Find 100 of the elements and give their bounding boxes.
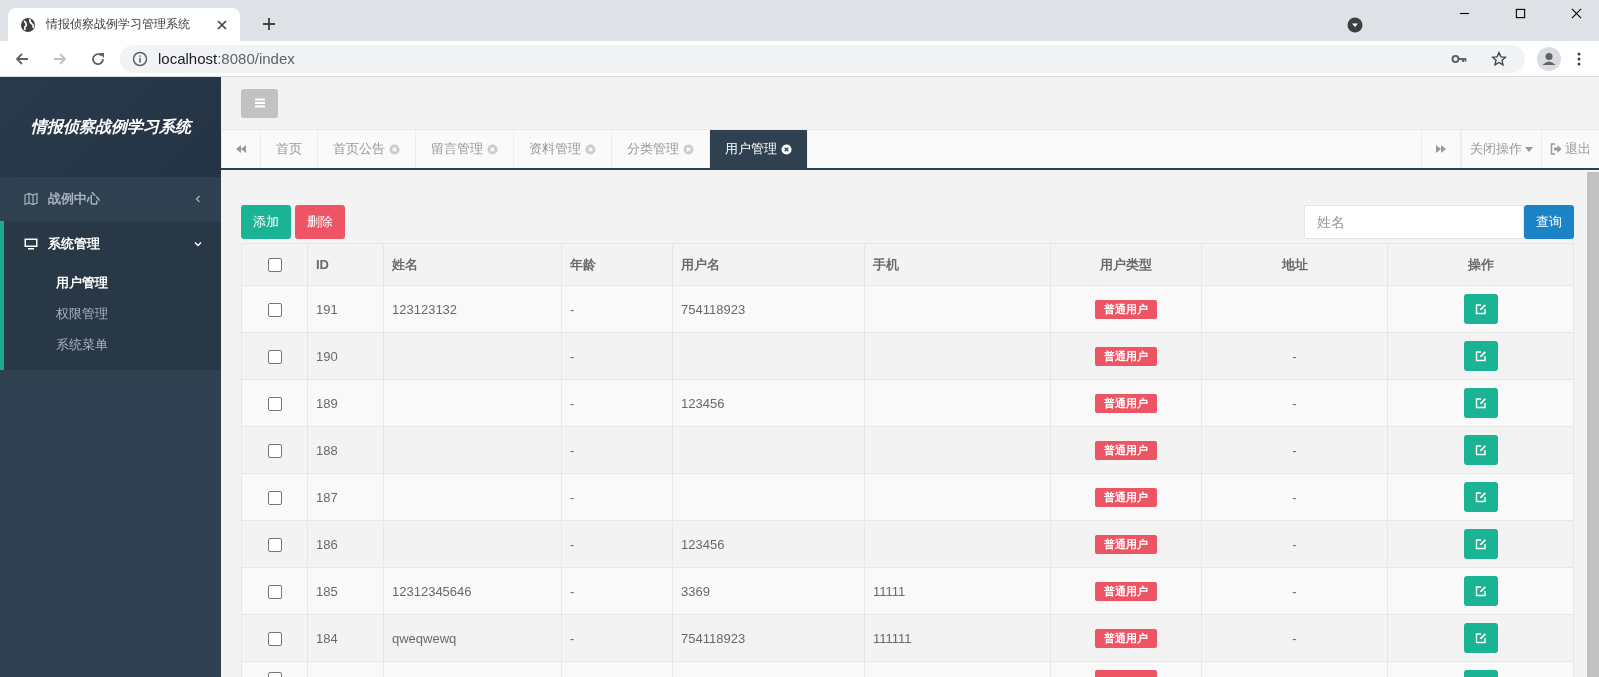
user-type-badge: 普通用户 <box>1095 534 1157 554</box>
checkbox[interactable] <box>267 443 282 458</box>
column-header: 地址 <box>1281 256 1308 272</box>
page-tab[interactable]: 用户管理 <box>710 130 808 168</box>
edit-button[interactable] <box>1463 341 1498 371</box>
column-header: 年龄 <box>570 256 596 272</box>
edit-button[interactable] <box>1463 576 1498 606</box>
page-tab[interactable]: 留言管理 <box>416 130 514 168</box>
table-cell: 123123132 <box>392 301 458 317</box>
table-cell: - <box>570 536 575 552</box>
table-cell: - <box>1292 348 1297 364</box>
chevron-left-icon <box>193 194 203 204</box>
user-type-badge: 普通用户 <box>1095 628 1157 648</box>
close-icon[interactable] <box>216 18 228 31</box>
checkbox[interactable] <box>267 490 282 505</box>
maximize-icon[interactable] <box>1515 8 1526 19</box>
menu-item[interactable]: 系统管理 <box>4 221 221 267</box>
table-cell: 3369 <box>681 583 710 599</box>
tab-search-icon[interactable] <box>1347 16 1363 33</box>
submenu-item[interactable]: 用户管理 <box>4 267 221 298</box>
app-title: 情报侦察战例学习系统 <box>30 116 191 137</box>
add-button[interactable]: 添加 <box>241 205 291 239</box>
page-tab[interactable]: 首页 <box>261 130 318 168</box>
submenu-item[interactable]: 权限管理 <box>4 298 221 329</box>
edit-button[interactable] <box>1463 435 1498 465</box>
checkbox[interactable] <box>267 584 282 599</box>
checkbox[interactable] <box>267 396 282 411</box>
scrollbar[interactable] <box>1587 172 1599 677</box>
delete-button[interactable]: 删除 <box>295 205 345 239</box>
close-icon[interactable] <box>781 143 792 155</box>
checkbox[interactable] <box>267 631 282 646</box>
close-operations-dropdown[interactable]: 关闭操作 <box>1461 130 1541 168</box>
table-cell: 191 <box>316 301 338 317</box>
user-type-badge: 普通用户 <box>1095 581 1157 601</box>
table-cell: 111111 <box>873 630 912 646</box>
page-tab[interactable]: 首页公告 <box>318 130 416 168</box>
table-cell: 754118923 <box>681 301 746 317</box>
search-field[interactable]: 姓名 <box>1304 205 1524 239</box>
menu-icon <box>253 97 266 109</box>
browser-tab[interactable]: 情报侦察战例学习管理系统 <box>8 8 240 41</box>
search-button[interactable]: 查询 <box>1524 205 1574 239</box>
table-cell: 184 <box>316 630 338 646</box>
edit-button[interactable] <box>1463 482 1498 512</box>
table-cell: - <box>1292 536 1297 552</box>
table-cell: qweqwewq <box>392 630 457 646</box>
menu-toggle-button[interactable] <box>241 88 278 118</box>
column-header: 操作 <box>1467 256 1494 272</box>
column-header: 用户名 <box>681 256 720 272</box>
table-cell: 754118923 <box>681 630 746 646</box>
scroll-right-button[interactable] <box>1421 130 1461 168</box>
page-tab[interactable]: 资料管理 <box>514 130 612 168</box>
column-header: 姓名 <box>392 256 418 272</box>
table-cell: 188 <box>316 442 338 458</box>
table-cell: 12312345646 <box>392 583 472 599</box>
close-icon[interactable] <box>1571 8 1582 19</box>
edit-button[interactable] <box>1463 529 1498 559</box>
double-left-icon <box>235 143 247 155</box>
column-header: 手机 <box>873 256 899 272</box>
menu-item[interactable]: 战例中心 <box>4 177 221 221</box>
address-bar[interactable]: localhost:8080/index <box>120 44 1525 73</box>
table-cell: 123456 <box>681 536 725 552</box>
back-icon[interactable] <box>14 50 30 67</box>
table-cell: 185 <box>316 583 338 599</box>
user-type-badge: 普通用户 <box>1095 487 1157 507</box>
table-cell: - <box>1292 395 1297 411</box>
table-cell: - <box>1292 630 1297 646</box>
edit-icon <box>1474 350 1487 362</box>
checkbox[interactable] <box>267 537 282 552</box>
scroll-left-button[interactable] <box>221 130 261 168</box>
reload-icon[interactable] <box>90 50 106 67</box>
profile-icon[interactable] <box>1537 46 1561 71</box>
edit-icon <box>1474 444 1487 456</box>
checkbox[interactable] <box>267 349 282 364</box>
checkbox[interactable] <box>267 302 282 317</box>
table-cell: 123456 <box>681 395 725 411</box>
edit-icon <box>1474 491 1487 503</box>
table-cell: 189 <box>316 395 338 411</box>
caret-icon <box>1525 146 1533 152</box>
browser-tab-title: 情报侦察战例学习管理系统 <box>46 16 191 33</box>
table-cell: 190 <box>316 348 338 364</box>
table-cell: - <box>570 395 575 411</box>
table-cell: - <box>570 489 575 505</box>
edit-icon <box>1474 632 1487 644</box>
new-tab-icon[interactable] <box>262 17 276 31</box>
monitor-icon <box>24 237 38 251</box>
table-cell: - <box>1292 489 1297 505</box>
checkbox[interactable] <box>267 258 282 273</box>
table-cell: - <box>570 442 575 458</box>
logout-button[interactable]: 退出 <box>1541 130 1599 168</box>
user-type-badge: 普通用户 <box>1095 346 1157 366</box>
table-cell: - <box>570 583 575 599</box>
url-text: localhost:8080/index <box>158 50 295 67</box>
user-type-badge: 普通用户 <box>1095 393 1157 413</box>
edit-button[interactable] <box>1463 294 1498 324</box>
star-icon[interactable] <box>1491 50 1507 67</box>
submenu-item[interactable]: 系统菜单 <box>4 329 221 360</box>
globe-icon <box>20 16 36 33</box>
edit-button[interactable] <box>1463 388 1498 418</box>
edit-icon <box>1474 538 1487 550</box>
edit-button[interactable] <box>1463 623 1498 653</box>
